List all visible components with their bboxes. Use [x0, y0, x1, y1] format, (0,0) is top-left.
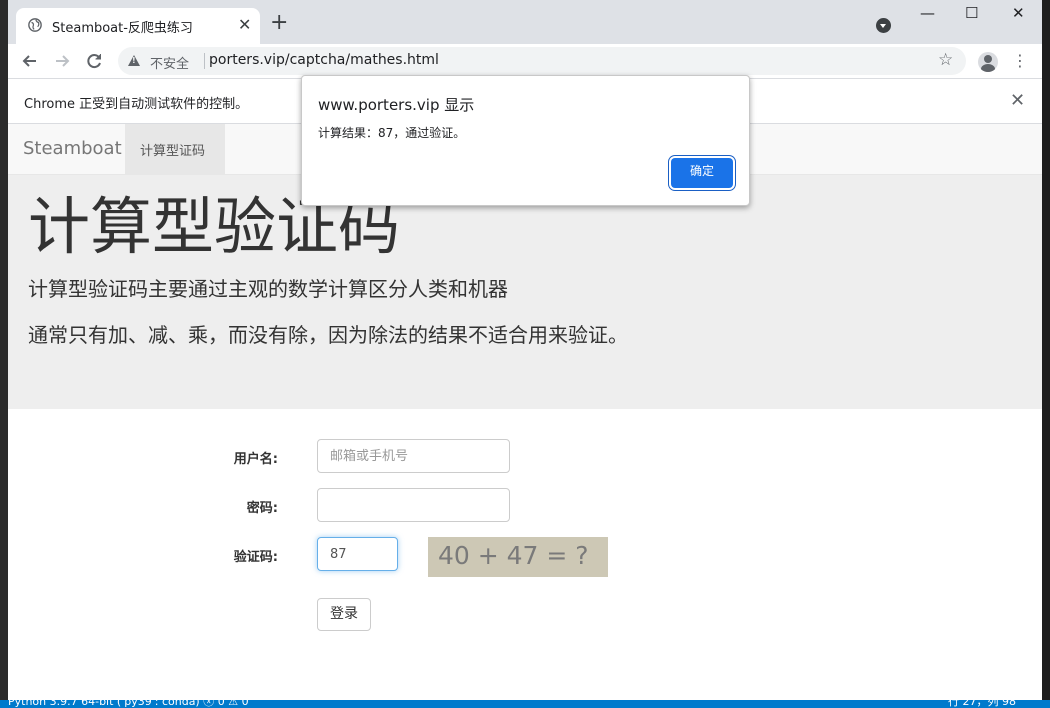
maximize-icon[interactable]: ☐ — [965, 4, 978, 22]
new-tab-icon[interactable]: + — [270, 12, 288, 34]
dialog-title: www.porters.vip 显示 — [318, 96, 475, 114]
nav-item-active[interactable]: 计算型证码 — [125, 124, 225, 174]
captcha-image[interactable]: 40 + 47 = ? — [428, 537, 608, 577]
tab-title: Steamboat-反爬虫练习 — [52, 21, 193, 36]
bookmark-star-icon[interactable]: ☆ — [938, 50, 953, 70]
password-label: 密码: — [246, 501, 278, 516]
tab-close-icon[interactable]: ✕ — [238, 16, 251, 34]
profile-avatar-icon[interactable] — [978, 52, 998, 72]
url-text[interactable]: porters.vip/captcha/mathes.html — [209, 52, 439, 68]
username-input[interactable] — [317, 439, 510, 473]
address-separator — [204, 53, 205, 69]
editor-left-edge — [0, 0, 8, 700]
reload-icon[interactable] — [83, 50, 105, 72]
captcha-input[interactable] — [317, 537, 398, 571]
browser-tab[interactable]: Steamboat-反爬虫练习 ✕ — [16, 8, 260, 44]
editor-right-edge — [1042, 0, 1050, 700]
browser-toolbar: 不安全 porters.vip/captcha/mathes.html ☆ — [8, 44, 1042, 78]
infobar-close-icon[interactable]: ✕ — [1010, 90, 1025, 111]
tab-bar: Steamboat-反爬虫练习 ✕ + — ☐ ✕ — [8, 0, 1042, 44]
username-label: 用户名: — [233, 452, 278, 467]
page-description-1: 计算型验证码主要通过主观的数学计算区分人类和机器 — [28, 277, 508, 301]
nav-item-label: 计算型证码 — [140, 144, 206, 159]
window-close-icon[interactable]: ✕ — [1012, 4, 1025, 22]
back-arrow-icon[interactable] — [19, 50, 41, 72]
minimize-icon[interactable]: — — [920, 4, 935, 22]
site-brand[interactable]: Steamboat — [23, 138, 122, 159]
editor-status-left: Python 3.9.7 64-bit ('py39': conda) ⓧ 0 … — [8, 700, 249, 708]
dialog-ok-button[interactable]: 确定 — [671, 158, 733, 188]
forward-arrow-icon[interactable] — [51, 50, 73, 72]
kebab-menu-icon[interactable]: ⋮ — [1012, 50, 1028, 72]
insecure-label[interactable]: 不安全 — [150, 53, 189, 72]
dialog-message: 计算结果：87，通过验证。 — [318, 126, 466, 140]
automation-notice: Chrome 正受到自动测试软件的控制。 — [24, 97, 249, 112]
alert-dialog: www.porters.vip 显示 计算结果：87，通过验证。 确定 — [301, 75, 750, 206]
browser-window: Steamboat-反爬虫练习 ✕ + — ☐ ✕ 不安全 porters.vi… — [8, 0, 1042, 700]
editor-status-bar: Python 3.9.7 64-bit ('py39': conda) ⓧ 0 … — [0, 700, 1050, 708]
warning-icon — [128, 55, 140, 66]
address-bar[interactable]: 不安全 porters.vip/captcha/mathes.html ☆ — [118, 47, 966, 75]
jumbotron: 计算型验证码 计算型验证码主要通过主观的数学计算区分人类和机器 通常只有加、减、… — [8, 175, 1042, 409]
globe-icon — [28, 18, 42, 32]
page-description-2: 通常只有加、减、乘，而没有除，因为除法的结果不适合用来验证。 — [28, 323, 628, 347]
editor-status-right: 行 27，列 98 — [948, 700, 1016, 708]
login-button[interactable]: 登录 — [317, 598, 371, 631]
password-input[interactable] — [317, 488, 510, 522]
captcha-label: 验证码: — [233, 550, 278, 565]
tab-search-icon[interactable] — [876, 18, 891, 33]
